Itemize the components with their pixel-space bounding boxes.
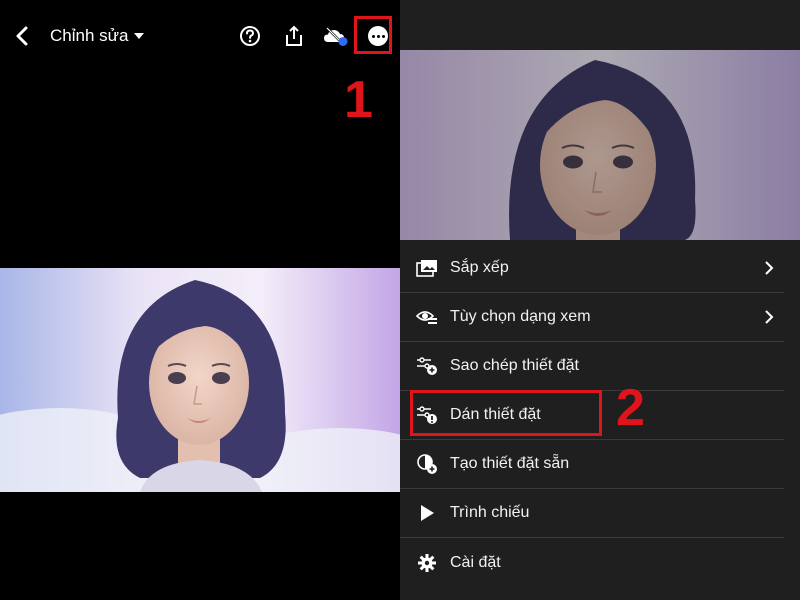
caret-down-icon [134,33,145,39]
play-icon [416,502,438,524]
cloud-off-icon [324,27,348,46]
help-button[interactable] [236,22,264,50]
create-preset-icon [416,453,438,475]
portrait-image [0,268,400,492]
step-label-2: 2 [616,379,645,437]
editor-panel: Chỉnh sửa 1 [0,0,400,600]
share-icon [286,25,302,46]
chevron-right-icon [760,258,778,278]
view-options-icon [416,306,438,328]
help-circle-icon [240,26,260,46]
menu-item-copy-settings[interactable]: Sao chép thiết đặt [400,342,784,391]
menu-item-create-preset[interactable]: Tạo thiết đặt sẵn [400,440,784,489]
copy-settings-icon [416,355,438,377]
menu-item-sort[interactable]: Sắp xếp [400,244,784,293]
dim-overlay [400,50,800,240]
menu-item-settings[interactable]: Cài đặt [400,538,784,587]
cloud-sync-button[interactable] [322,22,350,50]
menu-item-slideshow[interactable]: Trình chiếu [400,489,784,538]
step-label-1: 1 [344,71,373,129]
top-toolbar: Chỉnh sửa 1 [0,0,400,126]
menu-item-view-options[interactable]: Tùy chọn dạng xem [400,293,784,342]
highlight-box-1 [354,16,392,54]
mode-dropdown[interactable]: Chỉnh sửa [50,24,145,48]
share-button[interactable] [280,22,308,50]
menu-item-label: Sao chép thiết đặt [450,357,579,374]
menu-item-label: Tạo thiết đặt sẵn [450,455,570,472]
more-options-menu-panel: Sắp xếp Tùy chọn dạng xem Sao chép thiết… [400,0,800,600]
sort-icon [416,257,438,279]
menu-item-label: Tùy chọn dạng xem [450,308,591,325]
menu-item-label: Cài đặt [450,553,501,571]
highlight-box-2 [410,390,602,436]
page-title: Chỉnh sửa [50,26,129,45]
chevron-right-icon [760,307,778,327]
menu-item-label: Sắp xếp [450,259,509,276]
menu-item-label: Trình chiếu [450,504,530,521]
chevron-left-icon [16,26,28,46]
photo-preview-dimmed [400,50,800,240]
back-button[interactable] [10,22,34,50]
gear-icon [416,552,438,574]
photo-preview[interactable] [0,268,400,492]
